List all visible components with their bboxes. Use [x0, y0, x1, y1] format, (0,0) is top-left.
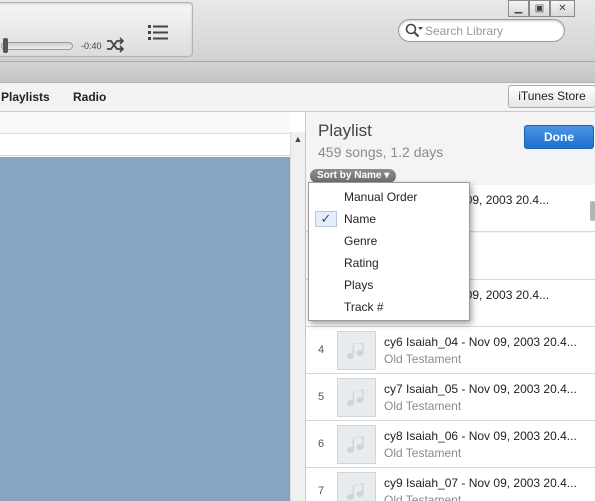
playlist-title: Playlist	[318, 121, 372, 140]
track-album: Old Testament	[384, 352, 462, 366]
chevron-down-icon: ▾	[384, 170, 390, 181]
now-playing-display: -0:40	[0, 2, 193, 57]
window-controls: ▁ ▣ ✕	[508, 0, 575, 17]
playlist-summary: 459 songs, 1.2 days	[318, 144, 444, 160]
checkmark-icon: ✓	[315, 211, 337, 227]
search-input[interactable]	[425, 23, 560, 38]
progress-bar[interactable]	[1, 42, 73, 50]
toolbar-separator	[0, 62, 595, 83]
album-art	[337, 378, 376, 417]
track-number: 5	[317, 391, 325, 403]
track-row[interactable]: 4 cy6 Isaiah_04 - Nov 09, 2003 20.4... O…	[306, 327, 595, 374]
track-row[interactable]: 5 cy7 Isaiah_05 - Nov 09, 2003 20.4... O…	[306, 374, 595, 421]
track-number: 7	[317, 485, 325, 497]
track-album: Old Testament	[384, 446, 462, 460]
minimize-button[interactable]: ▁	[508, 0, 529, 17]
done-button[interactable]: Done	[524, 125, 594, 149]
music-note-icon	[346, 341, 363, 359]
scroll-up-arrow-icon[interactable]: ▲	[291, 134, 305, 148]
search-box	[398, 19, 565, 42]
album-art	[337, 331, 376, 370]
sort-option-genre[interactable]: Genre	[309, 230, 469, 252]
content-scrollbar[interactable]: ▲	[290, 132, 305, 501]
track-number: 6	[317, 438, 325, 450]
nav-playlists[interactable]: Playlists	[1, 90, 50, 104]
artwork-area	[0, 157, 290, 501]
track-album: Old Testament	[384, 493, 462, 501]
sort-dropdown-button[interactable]: Sort by Name ▾	[310, 169, 397, 183]
itunes-store-button[interactable]: iTunes Store	[508, 85, 595, 108]
sort-option-name[interactable]: ✓ Name	[309, 208, 469, 230]
album-art	[337, 472, 376, 501]
sort-option-plays[interactable]: Plays	[309, 274, 469, 296]
progress-knob[interactable]	[3, 38, 8, 53]
nav-radio[interactable]: Radio	[73, 90, 106, 104]
playlist-scrollbar-thumb[interactable]	[590, 201, 595, 221]
nav-bar: Playlists Radio iTunes Store	[0, 83, 595, 112]
track-row[interactable]: 7 cy9 Isaiah_07 - Nov 09, 2003 20.4... O…	[306, 468, 595, 501]
track-album: Old Testament	[384, 399, 462, 413]
sort-label: Sort by Name	[317, 170, 382, 181]
music-note-icon	[346, 435, 363, 453]
album-art	[337, 425, 376, 464]
content-header	[0, 112, 290, 134]
minimize-icon: ▁	[514, 3, 523, 14]
close-button[interactable]: ✕	[550, 0, 575, 17]
track-title: cy7 Isaiah_05 - Nov 09, 2003 20.4...	[384, 382, 577, 396]
restore-button[interactable]: ▣	[529, 0, 550, 17]
list-icon[interactable]	[147, 23, 169, 41]
track-title: cy6 Isaiah_04 - Nov 09, 2003 20.4...	[384, 335, 577, 349]
restore-icon: ▣	[534, 3, 545, 14]
track-row[interactable]: 6 cy8 Isaiah_06 - Nov 09, 2003 20.4... O…	[306, 421, 595, 468]
music-note-icon	[346, 482, 363, 500]
toolbar: -0:40 ▁ ▣ ✕	[0, 0, 595, 62]
track-number: 4	[317, 344, 325, 356]
sort-option-label: Name	[344, 212, 377, 226]
track-title: cy8 Isaiah_06 - Nov 09, 2003 20.4...	[384, 429, 577, 443]
content-subheader	[0, 134, 290, 156]
search-icon[interactable]	[405, 23, 423, 39]
sort-option-track-number[interactable]: Track #	[309, 296, 469, 318]
music-note-icon	[346, 388, 363, 406]
sort-option-rating[interactable]: Rating	[309, 252, 469, 274]
shuffle-icon[interactable]	[106, 37, 124, 53]
library-content	[0, 112, 290, 501]
close-icon: ✕	[558, 3, 567, 14]
sort-option-manual-order[interactable]: Manual Order	[309, 186, 469, 208]
track-title: cy9 Isaiah_07 - Nov 09, 2003 20.4...	[384, 476, 577, 490]
sort-menu: Manual Order ✓ Name Genre Rating Plays T…	[308, 182, 470, 321]
time-remaining: -0:40	[81, 41, 102, 51]
